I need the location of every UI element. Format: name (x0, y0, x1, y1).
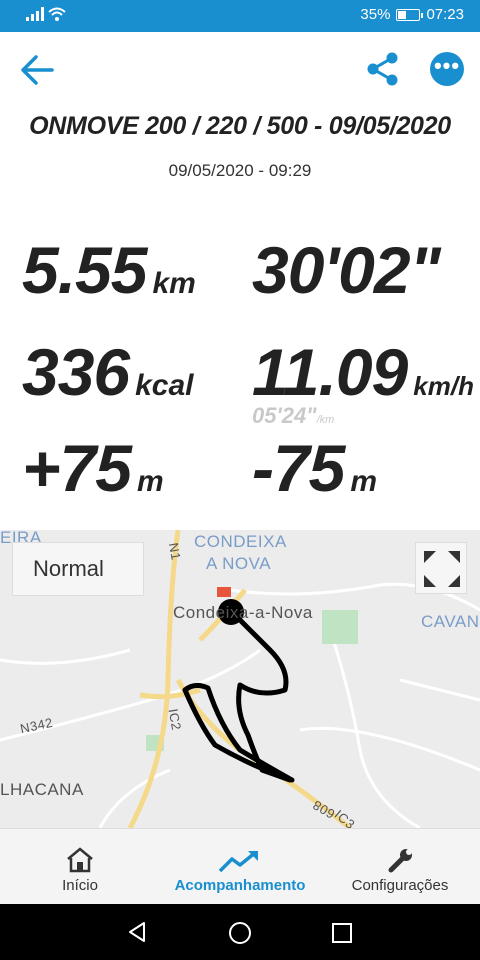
expand-icon (424, 551, 460, 587)
activity-datetime: 09/05/2020 - 09:29 (168, 161, 312, 180)
map-label-a-nova: A NOVA (206, 554, 272, 573)
duration-stat: 30'02" (252, 232, 441, 308)
nav-label-settings: Configurações (351, 877, 449, 894)
share-icon (367, 52, 398, 86)
share-button[interactable] (364, 50, 402, 88)
speed-unit: km/h (413, 371, 474, 401)
map-label-cavan: CAVAN (421, 612, 480, 631)
speed-stat: 11.09 km/h (252, 334, 474, 410)
more-options-button[interactable]: ••• (430, 52, 464, 86)
wifi-icon (48, 7, 66, 21)
nav-label-home: Início (62, 877, 98, 894)
system-back-icon[interactable] (126, 921, 148, 943)
major-roads (127, 530, 352, 828)
calories-stat: 336 kcal (22, 334, 194, 410)
calories-unit: kcal (135, 369, 194, 402)
home-icon (67, 847, 93, 873)
map-label-condeixa: CONDEIXA (194, 532, 287, 551)
system-recents-icon[interactable] (331, 922, 353, 944)
ascent-value: +75 (22, 431, 132, 505)
calories-value: 336 (22, 335, 130, 409)
wrench-icon (388, 849, 412, 873)
fullscreen-button[interactable] (415, 542, 467, 594)
nav-label-tracking: Acompanhamento (174, 877, 306, 894)
distance-unit: km (152, 267, 196, 300)
distance-value: 5.55 (22, 233, 147, 307)
more-dots-icon: ••• (433, 53, 461, 78)
battery-icon (396, 8, 424, 21)
trend-icon (218, 850, 258, 873)
nav-item-settings[interactable]: Configurações (340, 829, 460, 905)
map-label-town: Condeixa-a-Nova (173, 603, 313, 622)
app-toolbar: ••• (0, 32, 480, 108)
clock: 07:23 (426, 6, 464, 23)
descent-stat: -75 m (252, 430, 377, 506)
activity-title: ONMOVE 200 / 220 / 500 - 09/05/2020 (29, 112, 451, 140)
map-label-lhacana: LHACANA (0, 780, 84, 799)
ascent-unit: m (136, 465, 164, 498)
signal-area (26, 7, 66, 21)
nav-item-home[interactable]: Início (20, 829, 140, 905)
pace-value: 05'24" (252, 403, 317, 428)
descent-unit: m (350, 465, 378, 498)
nav-item-tracking[interactable]: Acompanhamento (160, 829, 320, 905)
arrow-left-icon (21, 55, 54, 85)
pace-stat: 05'24"/km (252, 403, 334, 429)
battery-percent: 35% (360, 6, 391, 23)
speed-value: 11.09 (252, 335, 408, 409)
ascent-stat: +75 m (22, 430, 164, 506)
system-home-icon[interactable] (228, 921, 252, 945)
descent-value: -75 (252, 431, 345, 505)
duration-value: 30'02" (252, 233, 441, 307)
distance-stat: 5.55 km (22, 232, 196, 308)
route-map[interactable]: EIRA CONDEIXA A NOVA Condeixa-a-Nova CAV… (0, 530, 480, 828)
status-bar: 35% 07:23 (0, 0, 480, 32)
map-type-label: Normal (33, 556, 104, 581)
park-area (322, 610, 358, 644)
signal-icon (26, 7, 44, 21)
map-label-n1: N1 (165, 541, 184, 562)
back-button[interactable] (18, 50, 58, 90)
system-navigation-bar (0, 904, 480, 960)
pace-unit: /km (316, 414, 335, 426)
finish-flag-icon (217, 587, 231, 597)
bottom-navigation: Início Acompanhamento Configurações (0, 828, 480, 904)
map-type-selector[interactable]: Normal (12, 542, 144, 596)
